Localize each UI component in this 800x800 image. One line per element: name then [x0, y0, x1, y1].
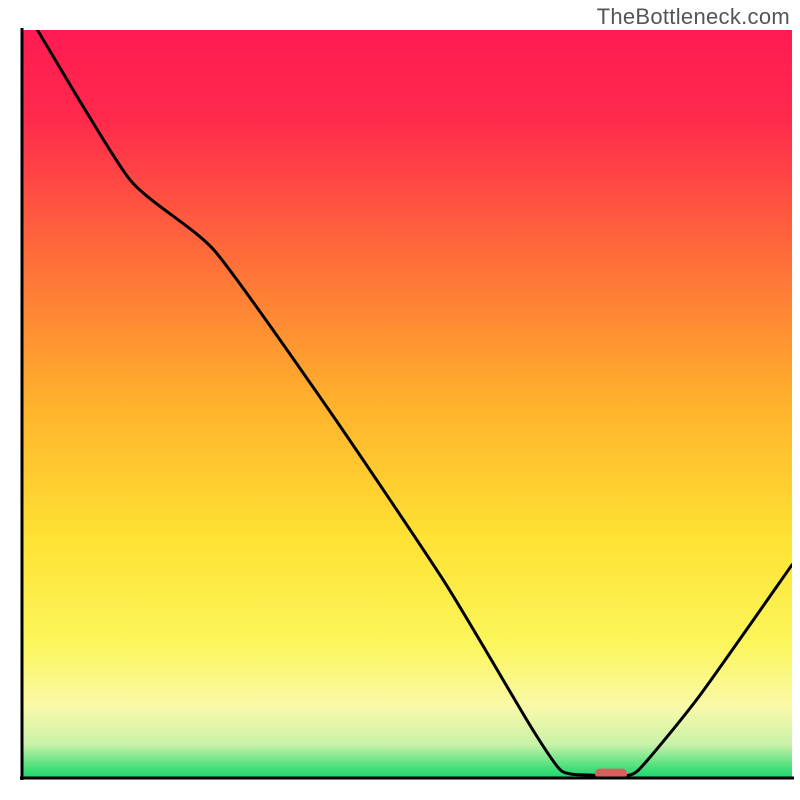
bottleneck-chart: TheBottleneck.com	[0, 0, 800, 800]
plot-area	[20, 28, 794, 780]
watermark-text: TheBottleneck.com	[597, 4, 790, 30]
gradient-background	[22, 30, 792, 778]
chart-svg	[0, 0, 800, 800]
